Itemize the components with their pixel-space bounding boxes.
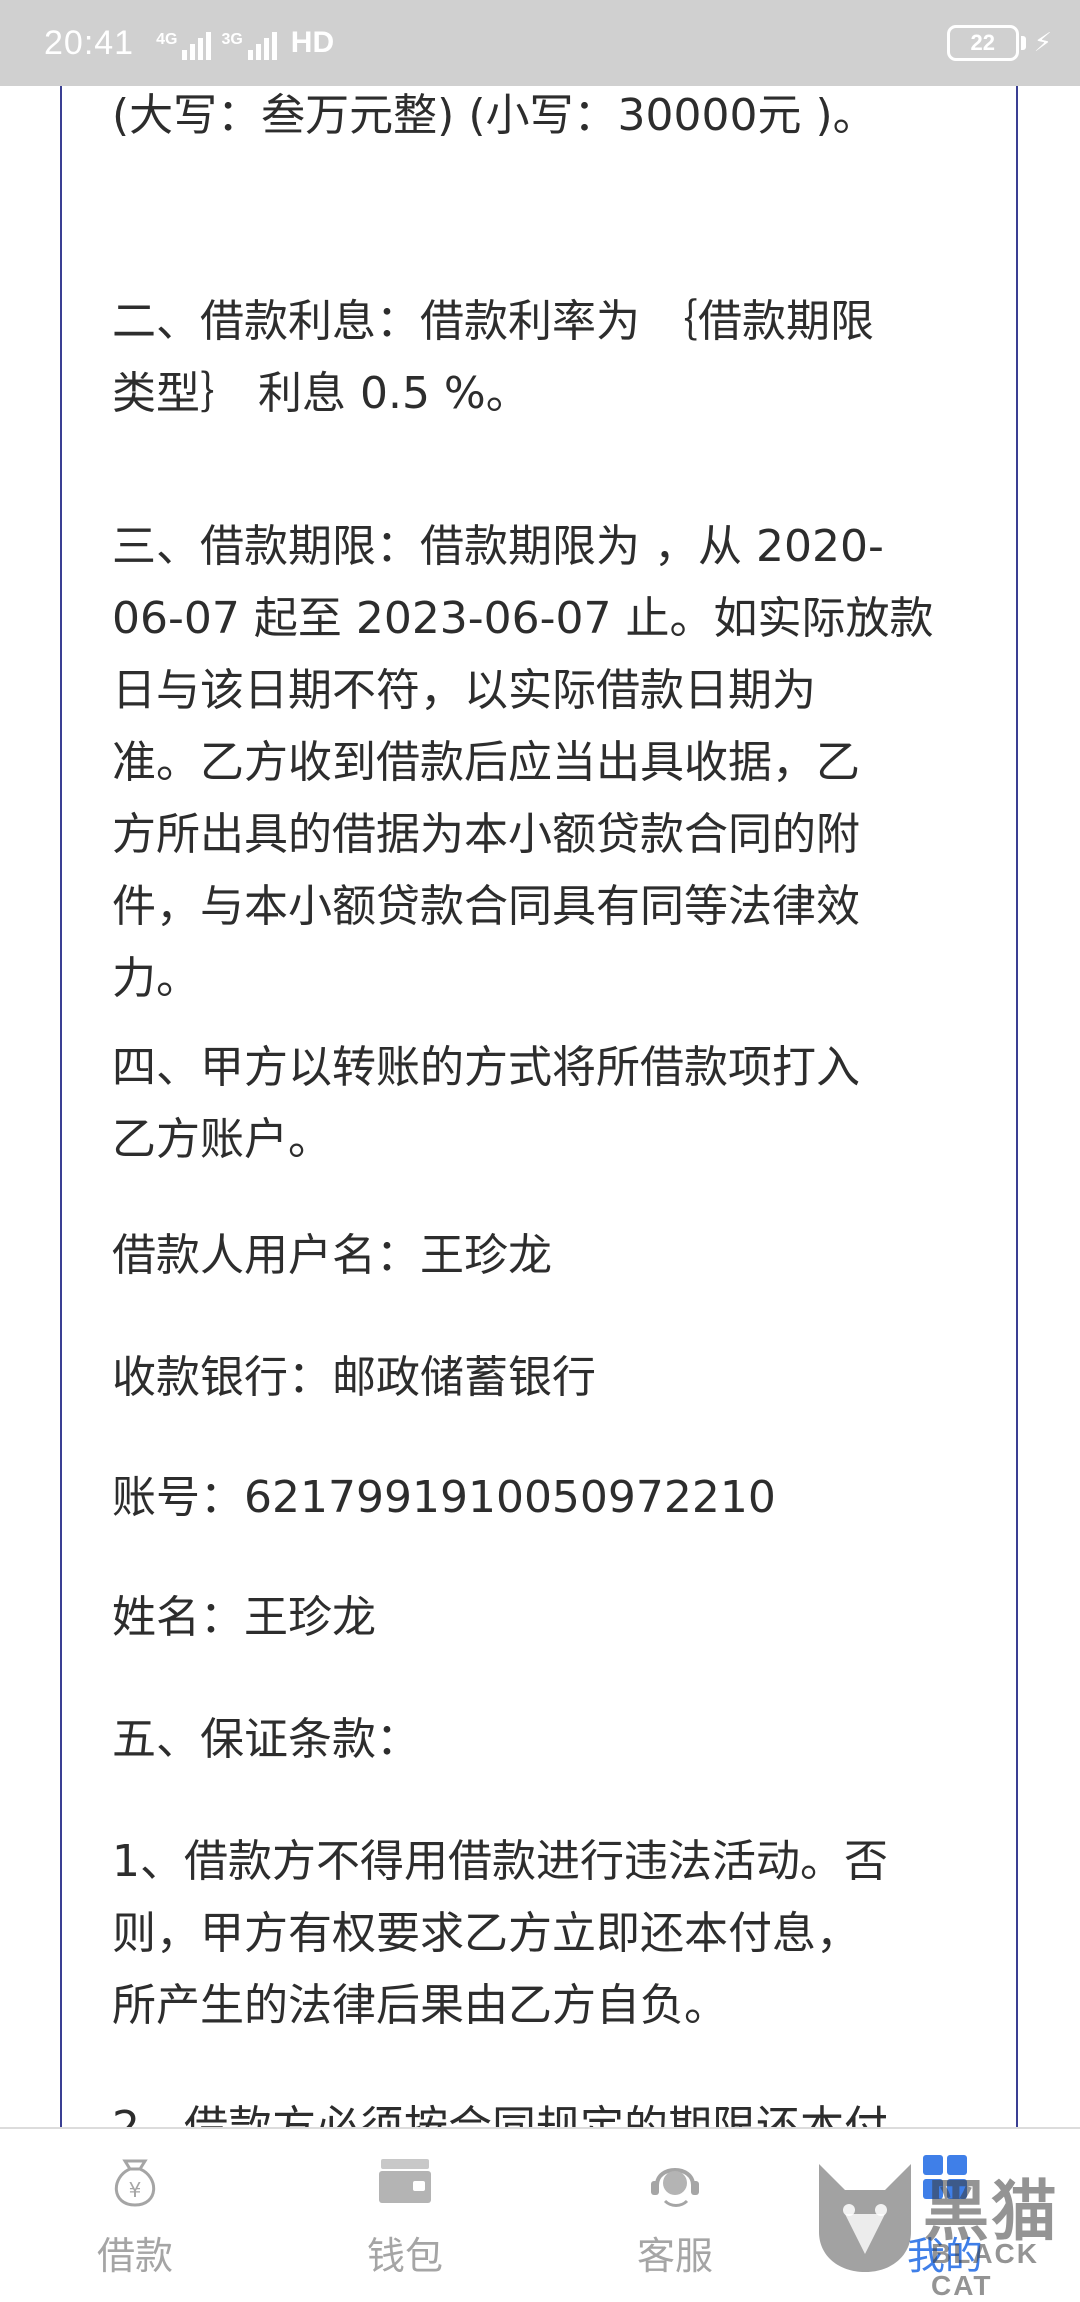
- interest-clause: 二、借款利息：借款利率为 ｛借款期限 类型｝ 利息 0.5 %。: [112, 296, 874, 419]
- tab-service[interactable]: 客服: [540, 2129, 810, 2282]
- guarantee-item-2: 2、借款方必须按合同规定的期限还本付: [112, 2092, 888, 2127]
- tab-mine-label: 我的: [906, 2234, 983, 2278]
- signal-3g-icon: 3G: [221, 32, 277, 60]
- tab-loan[interactable]: ¥ 借款: [0, 2129, 270, 2282]
- signal-indicators: 4G 3G HD: [156, 26, 334, 60]
- receiving-bank: 收款银行：邮政储蓄银行: [112, 1352, 596, 1403]
- status-bar: 20:41 4G 3G HD 22 ⚡: [0, 0, 1080, 86]
- battery-indicator: 22 ⚡: [946, 25, 1052, 61]
- amount-paragraph: (大写：叁万元整) (小写：30000元 )。: [112, 90, 877, 141]
- hd-indicator: HD: [290, 26, 335, 59]
- charging-bolt-icon: ⚡: [1033, 28, 1052, 58]
- status-time: 20:41: [44, 23, 135, 62]
- battery-level: 22: [970, 30, 995, 55]
- battery-icon: 22: [946, 25, 1019, 61]
- tab-wallet[interactable]: 钱包: [270, 2129, 540, 2282]
- term-clause: 三、借款期限：借款期限为 ，从 2020- 06-07 起至 2023-06-0…: [112, 521, 934, 1004]
- headset-icon: [651, 2168, 699, 2207]
- tab-wallet-label: 钱包: [366, 2234, 443, 2278]
- grid-icon: [923, 2155, 967, 2199]
- tab-mine[interactable]: 我的: [810, 2129, 1080, 2282]
- svg-text:¥: ¥: [129, 2178, 142, 2202]
- account-name: 姓名：王珍龙: [112, 1592, 376, 1643]
- account-number: 账号：6217991910050972210: [112, 1472, 776, 1523]
- tab-service-label: 客服: [636, 2234, 713, 2278]
- transfer-clause: 四、甲方以转账的方式将所借款项打入 乙方账户。: [112, 1042, 860, 1165]
- contract-document[interactable]: (大写：叁万元整) (小写：30000元 )。 二、借款利息：借款利率为 ｛借款…: [60, 86, 1018, 2127]
- bottom-tab-bar: ¥ 借款 钱包 客服 我的: [0, 2127, 1080, 2280]
- borrower-username: 借款人用户名：王珍龙: [112, 1230, 552, 1281]
- tab-loan-label: 借款: [96, 2234, 173, 2278]
- wallet-icon: [379, 2159, 431, 2203]
- guarantee-heading: 五、保证条款：: [112, 1714, 420, 1765]
- money-bag-icon: ¥: [114, 2159, 156, 2207]
- guarantee-item-1: 1、借款方不得用借款进行违法活动。否 则，甲方有权要求乙方立即还本付息， 所产生…: [112, 1836, 888, 2031]
- signal-4g-icon: 4G: [156, 32, 212, 60]
